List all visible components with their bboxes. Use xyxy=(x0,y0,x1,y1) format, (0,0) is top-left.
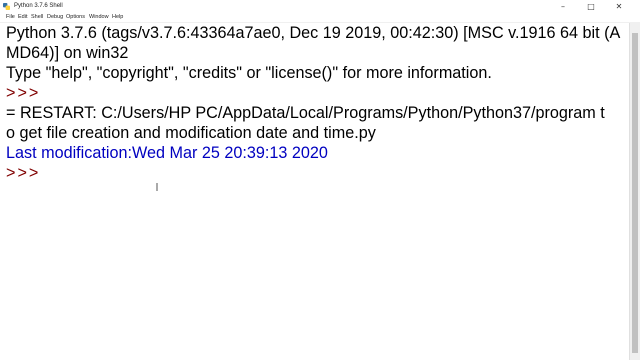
maximize-button[interactable]: □ xyxy=(578,0,604,13)
window-title: Python 3.7.6 Shell xyxy=(14,3,63,9)
close-button[interactable]: ✕ xyxy=(606,0,632,13)
shell-prompt: >>> xyxy=(6,84,41,102)
menu-bar: File Edit Shell Debug Options Window Hel… xyxy=(0,13,640,23)
shell-text-area[interactable]: Python 3.7.6 (tags/v3.7.6:43364a7ae0, De… xyxy=(0,23,629,360)
text-cursor-icon xyxy=(156,183,158,191)
banner-line-1: Python 3.7.6 (tags/v3.7.6:43364a7ae0, De… xyxy=(6,24,621,42)
menu-window[interactable]: Window xyxy=(89,13,109,22)
banner-line-3: Type "help", "copyright", "credits" or "… xyxy=(6,64,492,82)
menu-shell[interactable]: Shell xyxy=(31,13,43,22)
scrollbar-thumb[interactable] xyxy=(632,33,638,353)
menu-options[interactable]: Options xyxy=(66,13,85,22)
restart-line-2: o get file creation and modification dat… xyxy=(6,124,376,142)
restart-line-1: = RESTART: C:/Users/HP PC/AppData/Local/… xyxy=(6,104,605,122)
program-output-line: Last modification:Wed Mar 25 20:39:13 20… xyxy=(6,144,328,162)
vertical-scrollbar[interactable] xyxy=(629,23,640,360)
banner-line-2: MD64)] on win32 xyxy=(6,44,129,62)
minimize-button[interactable]: – xyxy=(550,0,576,13)
python-icon xyxy=(3,3,10,10)
menu-edit[interactable]: Edit xyxy=(18,13,27,22)
menu-file[interactable]: File xyxy=(6,13,15,22)
title-bar[interactable]: Python 3.7.6 Shell – □ ✕ xyxy=(0,0,640,14)
idle-shell-window: Python 3.7.6 Shell – □ ✕ File Edit Shell… xyxy=(0,0,640,360)
shell-prompt-active[interactable]: >>> xyxy=(6,163,40,183)
menu-debug[interactable]: Debug xyxy=(47,13,63,22)
menu-help[interactable]: Help xyxy=(112,13,123,22)
